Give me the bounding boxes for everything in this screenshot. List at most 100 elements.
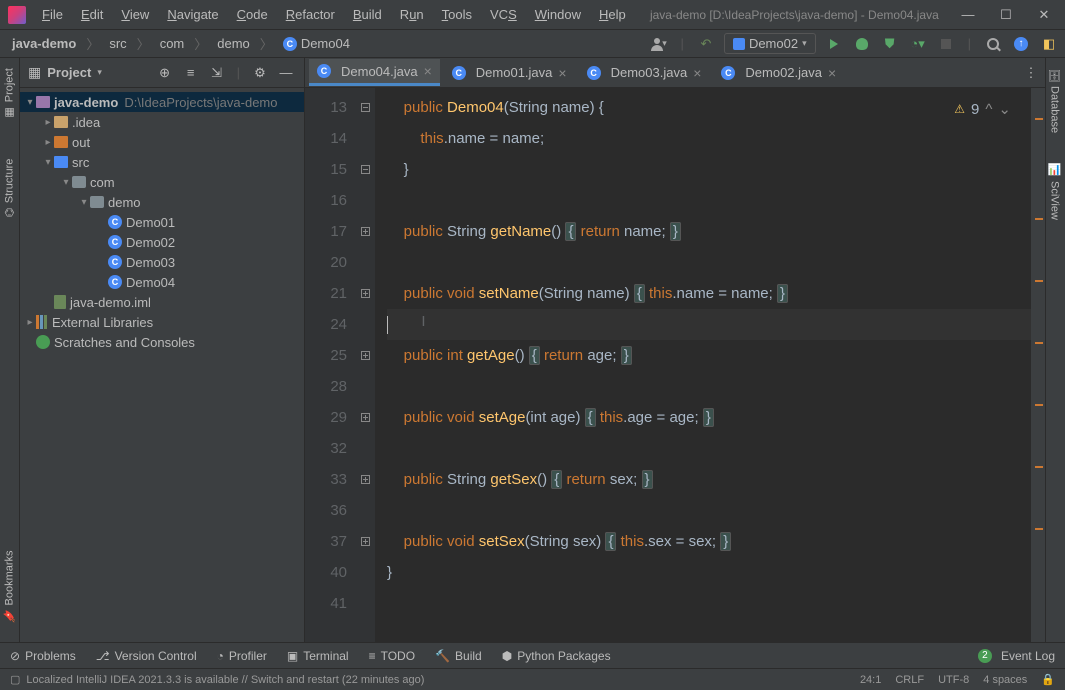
tree-idea[interactable]: ▸ .idea [20,112,304,132]
file-encoding[interactable]: UTF-8 [938,674,969,686]
close-button[interactable]: ✕ [1031,5,1057,25]
close-tab-icon[interactable]: × [558,65,566,81]
line-numbers: 1314151617202124252829323336374041 [305,88,355,642]
run-button[interactable] [824,34,844,54]
tab-sciview[interactable]: 📊SciView [1046,153,1063,229]
error-stripe[interactable] [1031,88,1045,642]
inspection-summary[interactable]: ⚠ 9 ^ ⌄ [954,94,1011,125]
menu-navigate[interactable]: Navigate [159,3,226,26]
menu-edit[interactable]: Edit [73,3,111,26]
close-tab-icon[interactable]: × [828,65,836,81]
tree-demo03[interactable]: C Demo03 [20,252,304,272]
menu-help[interactable]: Help [591,3,634,26]
close-tab-icon[interactable]: × [693,65,701,81]
tree-demo02[interactable]: C Demo02 [20,232,304,252]
tree-demo04[interactable]: C Demo04 [20,272,304,292]
tab-python-packages[interactable]: ⬢Python Packages [502,649,611,663]
run-config-icon [733,38,745,50]
tab-todo[interactable]: ≡TODO [369,649,415,663]
editor-tab-demo01[interactable]: C Demo01.java × [444,61,575,85]
package-icon [90,196,104,208]
class-icon: C [108,235,122,249]
panel-dropdown-icon[interactable]: ▾ [97,67,102,78]
tab-project[interactable]: ▦Project [0,58,19,129]
editor-area: C Demo04.java × C Demo01.java × C Demo03… [305,58,1045,642]
class-icon: C [108,215,122,229]
tree-com[interactable]: ▾ com [20,172,304,192]
menu-window[interactable]: Window [527,3,589,26]
profile-button[interactable]: ◔▾ [908,34,928,54]
folder-icon [54,116,68,128]
editor-tab-demo02[interactable]: C Demo02.java × [713,61,844,85]
next-highlight-icon[interactable]: ⌄ [998,94,1011,125]
run-config-selector[interactable]: Demo02 ▾ [724,33,816,54]
menu-view[interactable]: View [113,3,157,26]
search-icon[interactable] [983,34,1003,54]
close-tab-icon[interactable]: × [424,63,432,79]
code-content[interactable]: ⚠ 9 ^ ⌄ public Demo04(String name) { thi… [375,88,1031,642]
menu-build[interactable]: Build [345,3,390,26]
cursor-position[interactable]: 24:1 [860,674,881,686]
undo-arrow-icon[interactable]: ↶ [696,34,716,54]
project-view-icon: ▦ [28,64,41,81]
expand-all-icon[interactable]: ≡ [181,63,201,83]
crumb-demo[interactable]: demo [211,34,256,53]
indent-setting[interactable]: 4 spaces [983,674,1027,686]
menu-file[interactable]: File [34,3,71,26]
collapse-all-icon[interactable]: ⇲ [207,63,227,83]
tab-bookmarks[interactable]: 🔖Bookmarks [0,540,19,632]
readonly-lock-icon[interactable]: 🔒 [1041,673,1055,686]
line-separator[interactable]: CRLF [895,674,924,686]
crumb-com[interactable]: com [154,34,191,53]
tab-event-log[interactable]: 2 Event Log [978,649,1055,663]
folder-icon [54,136,68,148]
tree-out[interactable]: ▸ out [20,132,304,152]
tab-structure[interactable]: ⌬Structure [0,149,19,227]
crumb-root[interactable]: java-demo [6,34,82,53]
tab-terminal[interactable]: ▣Terminal [287,649,349,663]
tree-iml[interactable]: java-demo.iml [20,292,304,312]
maximize-button[interactable]: ☐ [993,5,1019,25]
tree-scratches[interactable]: Scratches and Consoles [20,332,304,352]
tree-demo01[interactable]: C Demo01 [20,212,304,232]
update-icon[interactable]: ↑ [1011,34,1031,54]
right-tool-strip: 🗄Database 📊SciView [1045,58,1065,642]
menu-refactor[interactable]: Refactor [278,3,343,26]
status-icon[interactable]: ▢ [10,673,20,686]
hide-panel-icon[interactable]: — [276,63,296,83]
crumb-class[interactable]: C Demo04 [277,34,356,53]
menu-tools[interactable]: Tools [434,3,480,26]
menu-code[interactable]: Code [229,3,276,26]
editor-body[interactable]: 1314151617202124252829323336374041 ⚠ 9 ^… [305,88,1045,642]
tab-problems[interactable]: ⊘Problems [10,649,76,663]
window-title: java-demo [D:\IdeaProjects\java-demo] - … [634,8,955,22]
panel-settings-icon[interactable]: ⚙ [250,63,270,83]
menu-run[interactable]: Run [392,3,432,26]
tree-root[interactable]: ▾ java-demo D:\IdeaProjects\java-demo [20,92,304,112]
tab-database[interactable]: 🗄Database [1046,58,1063,143]
stop-button[interactable] [936,34,956,54]
editor-tab-demo04[interactable]: C Demo04.java × [309,59,440,86]
bottom-tool-tabs: ⊘Problems ⎇Version Control ◔Profiler ▣Te… [0,642,1065,668]
crumb-src[interactable]: src [103,34,132,53]
debug-button[interactable] [852,34,872,54]
breadcrumbs: java-demo 〉 src 〉 com 〉 demo 〉 C Demo04 [6,34,649,53]
tab-build[interactable]: 🔨Build [435,649,482,663]
tree-external-libraries[interactable]: ▸ External Libraries [20,312,304,332]
tree-demo[interactable]: ▾ demo [20,192,304,212]
select-opened-file-icon[interactable]: ⊕ [155,63,175,83]
tab-version-control[interactable]: ⎇Version Control [96,649,197,663]
coverage-button[interactable]: ⛊ [880,34,900,54]
editor-more-icon[interactable]: ⋮ [1021,63,1041,83]
menu-vcs[interactable]: VCS [482,3,525,26]
ide-settings-icon[interactable]: ◧ [1039,34,1059,54]
project-folder-icon [36,96,50,108]
add-user-icon[interactable]: ▾ [649,34,669,54]
prev-highlight-icon[interactable]: ^ [985,94,992,125]
editor-tab-demo03[interactable]: C Demo03.java × [579,61,710,85]
tree-src[interactable]: ▾ src [20,152,304,172]
status-message[interactable]: Localized IntelliJ IDEA 2021.3.3 is avai… [26,674,424,686]
tab-profiler[interactable]: ◔Profiler [217,649,267,663]
navigation-bar: java-demo 〉 src 〉 com 〉 demo 〉 C Demo04 … [0,30,1065,58]
minimize-button[interactable]: — [955,5,981,25]
